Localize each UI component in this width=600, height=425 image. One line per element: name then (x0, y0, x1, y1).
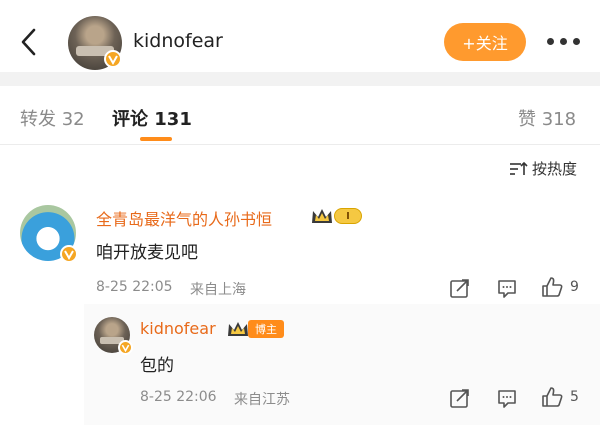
crown-icon (228, 322, 248, 336)
active-tab-indicator (140, 137, 172, 141)
comment-icon[interactable] (496, 387, 518, 409)
follow-button[interactable]: +关注 (444, 23, 526, 61)
comment-username[interactable]: 全青岛最洋气的人孙书恒 (96, 206, 272, 230)
section-gap (0, 72, 600, 86)
verified-badge-icon (118, 340, 133, 355)
verified-badge-icon (60, 245, 78, 263)
crown-icon (312, 209, 332, 223)
like-count: 5 (570, 389, 579, 405)
tab-comments[interactable]: 评论 131 (112, 105, 192, 131)
reply-date: 8-25 22:06 (140, 389, 217, 405)
thumbs-up-icon[interactable] (541, 276, 563, 298)
share-icon[interactable] (449, 277, 471, 299)
verified-badge-icon (104, 50, 122, 68)
thumbs-up-icon[interactable] (541, 386, 563, 408)
tab-likes[interactable]: 赞 318 (518, 105, 576, 131)
level-badge: I (334, 208, 362, 224)
chevron-left-icon (21, 28, 36, 56)
divider (0, 144, 600, 145)
comment-date: 8-25 22:05 (96, 279, 173, 295)
more-dots-icon[interactable] (547, 38, 581, 46)
comment-icon[interactable] (496, 277, 518, 299)
reply-location: 来自江苏 (234, 392, 290, 408)
sort-label: 按热度 (532, 160, 578, 178)
comment-text: 咱开放麦见吧 (96, 243, 198, 263)
reply-username[interactable]: kidnofear (140, 319, 216, 338)
sort-button[interactable]: 按热度 (508, 158, 577, 179)
share-icon[interactable] (449, 387, 471, 409)
like-count: 9 (570, 279, 579, 295)
comment-location: 来自上海 (190, 282, 246, 298)
tab-repost[interactable]: 转发 32 (20, 105, 85, 131)
author-badge: 博主 (248, 320, 284, 338)
reply-text: 包的 (140, 356, 174, 376)
sort-icon (510, 161, 528, 175)
header-username[interactable]: kidnofear (133, 30, 223, 52)
back-button[interactable] (14, 24, 44, 60)
